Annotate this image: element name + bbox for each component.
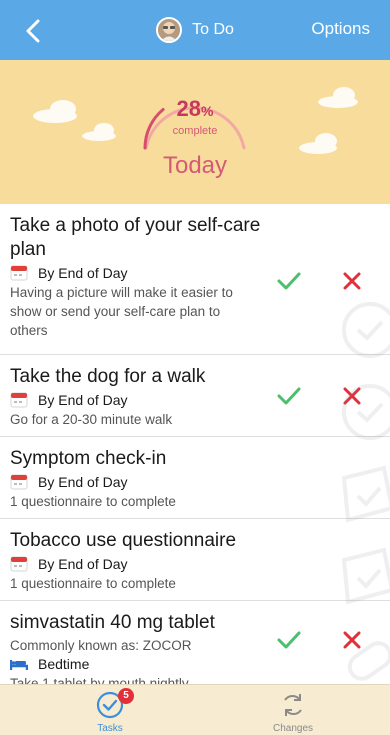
task-name: Symptom check-in: [10, 448, 167, 469]
task-list[interactable]: Take a photo of your self-care plan By E…: [0, 204, 390, 684]
task-due-text: Bedtime: [38, 656, 90, 672]
task-name: simvastatin 40 mg tablet: [10, 612, 215, 633]
tasks-count-badge: 5: [118, 688, 134, 704]
task-description: Take 1 tablet by mouth nightly.: [10, 676, 192, 684]
task-description: Having a picture will make it easier to …: [10, 285, 233, 338]
day-label: Today: [162, 152, 228, 179]
task-due: By End of Day: [10, 265, 390, 281]
task-due: Bedtime: [10, 656, 390, 672]
close-icon[interactable]: [343, 272, 361, 290]
tab-tasks-label: Tasks: [97, 723, 123, 734]
check-icon[interactable]: [276, 385, 302, 407]
task-due: By End of Day: [10, 474, 390, 490]
task-due-text: By End of Day: [38, 474, 128, 490]
task-description: 1 questionnaire to complete: [10, 576, 176, 591]
progress-header: 28% complete Today: [0, 60, 390, 204]
list-item[interactable]: Symptom check-in By End of Day 1 questio…: [0, 437, 390, 523]
progress-complete-label: complete: [172, 125, 218, 137]
calendar-icon: [10, 392, 28, 408]
task-subtitle: Commonly known as: ZOCOR: [10, 638, 192, 653]
task-due-text: By End of Day: [38, 392, 128, 408]
task-due: By End of Day: [10, 556, 390, 572]
clipboard-check-icon: [341, 465, 390, 523]
nav-bar: To Do Options: [0, 0, 390, 60]
tab-bar: 5 Tasks Changes: [0, 684, 390, 735]
task-description: 1 questionnaire to complete: [10, 494, 176, 509]
page-title: To Do: [192, 21, 234, 38]
task-due: By End of Day: [10, 392, 390, 408]
calendar-icon: [10, 265, 28, 281]
clipboard-check-icon: [341, 547, 390, 605]
task-due-text: By End of Day: [38, 556, 128, 572]
tab-changes[interactable]: Changes: [248, 685, 338, 735]
check-icon[interactable]: [276, 629, 302, 651]
check-icon[interactable]: [276, 270, 302, 292]
task-due-text: By End of Day: [38, 265, 128, 281]
refresh-icon: [284, 694, 302, 716]
avatar[interactable]: [156, 17, 183, 43]
tab-changes-label: Changes: [272, 723, 314, 734]
options-button[interactable]: Options: [311, 19, 370, 39]
task-description: Go for a 20-30 minute walk: [10, 412, 173, 427]
task-name: Take a photo of your self-care plan: [10, 215, 261, 260]
tab-tasks[interactable]: 5 Tasks: [65, 685, 155, 735]
progress-percent: 28%: [176, 96, 214, 121]
task-name: Take the dog for a walk: [10, 366, 206, 387]
calendar-icon: [10, 556, 28, 572]
list-item[interactable]: Take a photo of your self-care plan By E…: [0, 204, 390, 358]
bed-icon: [10, 660, 28, 670]
pill-icon: [347, 641, 390, 681]
list-item[interactable]: Take the dog for a walk By End of Day Go…: [0, 355, 390, 440]
clock-check-icon: [342, 302, 390, 358]
list-item[interactable]: Tobacco use questionnaire By End of Day …: [0, 519, 390, 605]
clock-check-icon: [342, 384, 390, 440]
calendar-icon: [10, 474, 28, 490]
task-name: Tobacco use questionnaire: [10, 530, 237, 551]
list-item[interactable]: simvastatin 40 mg tablet Commonly known …: [0, 601, 390, 684]
